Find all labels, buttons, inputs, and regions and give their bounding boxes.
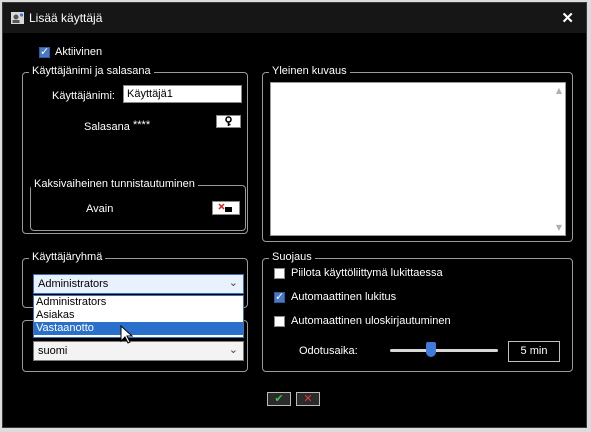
scroll-up-icon[interactable]: ▲ bbox=[556, 86, 562, 95]
usergroup-select[interactable]: Administrators ⌄ bbox=[33, 274, 244, 294]
credentials-legend: Käyttäjänimi ja salasana bbox=[29, 65, 154, 77]
window-title: Lisää käyttäjä bbox=[29, 11, 103, 25]
timeout-value: 5 min bbox=[508, 341, 560, 362]
scroll-down-icon[interactable]: ▼ bbox=[556, 223, 562, 232]
cross-icon: ✕ bbox=[303, 392, 313, 405]
auto-logout-label: Automaattinen uloskirjautuminen bbox=[291, 315, 451, 327]
active-checkbox[interactable] bbox=[39, 45, 50, 58]
dropdown-option-administrators[interactable]: Administrators bbox=[34, 296, 243, 309]
description-legend: Yleinen kuvaus bbox=[269, 65, 350, 77]
chevron-down-icon: ⌄ bbox=[228, 343, 238, 356]
usergroup-selected: Administrators bbox=[38, 278, 109, 290]
language-select[interactable]: suomi ⌄ bbox=[33, 341, 244, 361]
dropdown-option-vastaanotto[interactable]: Vastaanotto bbox=[34, 322, 243, 335]
username-field[interactable]: Käyttäjä1 bbox=[123, 85, 242, 103]
language-selected: suomi bbox=[38, 345, 68, 357]
cancel-button[interactable]: ✕ bbox=[296, 392, 320, 406]
close-icon[interactable]: ✕ bbox=[561, 9, 574, 27]
auto-lock-checkbox[interactable] bbox=[274, 290, 285, 303]
hide-ui-checkbox[interactable] bbox=[274, 268, 285, 279]
auto-lock-label: Automaattinen lukitus bbox=[291, 291, 397, 303]
key-remove-icon bbox=[218, 203, 232, 212]
timeout-slider-track[interactable] bbox=[390, 349, 498, 352]
password-label: Salasana bbox=[84, 121, 130, 133]
chevron-down-icon: ⌄ bbox=[228, 276, 238, 289]
usergroup-legend: Käyttäjäryhmä bbox=[29, 251, 106, 263]
key-remove-button[interactable] bbox=[212, 201, 240, 215]
auto-logout-checkbox[interactable] bbox=[274, 316, 285, 327]
change-password-button[interactable] bbox=[216, 115, 241, 128]
timeout-slider-thumb[interactable] bbox=[426, 342, 436, 357]
password-value: **** bbox=[133, 119, 151, 131]
security-legend: Suojaus bbox=[269, 251, 315, 263]
mouse-cursor-icon bbox=[120, 325, 134, 344]
active-label: Aktiivinen bbox=[55, 46, 103, 58]
dropdown-option-asiakas[interactable]: Asiakas bbox=[34, 309, 243, 322]
user-settings-icon bbox=[11, 12, 24, 24]
usergroup-dropdown-list: Administrators Asiakas Vastaanotto bbox=[33, 295, 244, 338]
key-label: Avain bbox=[86, 203, 114, 215]
username-label: Käyttäjänimi: bbox=[52, 90, 115, 102]
twofa-legend: Kaksivaiheinen tunnistautuminen bbox=[31, 178, 198, 190]
check-icon: ✔ bbox=[274, 392, 284, 405]
title-bar: Lisää käyttäjä ✕ bbox=[3, 3, 586, 33]
description-textarea[interactable]: ▲ ▼ bbox=[270, 82, 566, 236]
ok-button[interactable]: ✔ bbox=[267, 392, 291, 406]
hide-ui-label: Piilota käyttöliittymä lukittaessa bbox=[291, 267, 443, 279]
timeout-label: Odotusaika: bbox=[299, 345, 358, 357]
key-icon bbox=[225, 116, 232, 126]
